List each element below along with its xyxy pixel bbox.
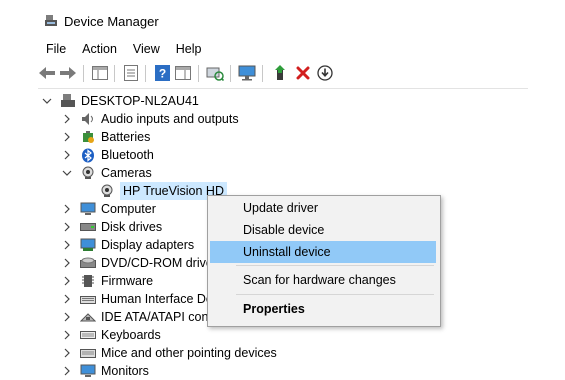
chevron-right-icon[interactable] — [62, 218, 72, 236]
tree-root[interactable]: DESKTOP-NL2AU41 — [42, 92, 199, 110]
menu-file[interactable]: File — [38, 41, 74, 57]
computer-icon — [80, 201, 96, 217]
tree-item-label: Bluetooth — [101, 148, 154, 162]
chevron-right-icon[interactable] — [62, 308, 72, 326]
toolbar-separator — [83, 65, 84, 82]
menu-bar: File Action View Help — [38, 41, 210, 57]
monitor-icon — [80, 363, 96, 379]
menu-uninstall-device[interactable]: Uninstall device — [210, 241, 436, 263]
chevron-right-icon[interactable] — [62, 290, 72, 308]
context-menu: Update driver Disable device Uninstall d… — [207, 195, 441, 327]
chevron-right-icon[interactable] — [62, 110, 72, 128]
toolbar-separator — [145, 65, 146, 82]
device-manager-icon — [44, 14, 58, 28]
enable-device-icon[interactable] — [272, 64, 290, 82]
keyboard-icon — [80, 327, 96, 343]
webcam-icon — [99, 183, 115, 199]
toolbar-separator — [198, 65, 199, 82]
chevron-right-icon[interactable] — [62, 200, 72, 218]
dvd-icon — [80, 255, 96, 271]
tree-item-label: Audio inputs and outputs — [101, 112, 239, 126]
toolbar: ? — [38, 64, 558, 84]
tree-item-label: Firmware — [101, 274, 154, 288]
tree-item-keyboards[interactable]: Keyboards — [62, 326, 161, 344]
tree-item-mice[interactable]: Mice and other pointing devices — [62, 344, 277, 362]
tree-item-firmware[interactable]: Firmware — [62, 272, 153, 290]
tree-item-audio[interactable]: Audio inputs and outputs — [62, 110, 239, 128]
window-title: Device Manager — [64, 14, 159, 29]
chevron-down-icon[interactable] — [42, 92, 52, 110]
ide-controller-icon — [80, 309, 96, 325]
chevron-right-icon[interactable] — [62, 236, 72, 254]
tree-item-label: Monitors — [101, 364, 149, 378]
list-icon[interactable] — [122, 64, 140, 82]
menu-separator — [236, 265, 434, 266]
chevron-right-icon[interactable] — [62, 326, 72, 344]
tree-item-label: Cameras — [101, 166, 152, 180]
chevron-down-icon[interactable] — [62, 164, 72, 182]
tree-root-label: DESKTOP-NL2AU41 — [81, 94, 199, 108]
mouse-icon — [80, 345, 96, 361]
chevron-right-icon[interactable] — [62, 272, 72, 290]
tree-item-computer[interactable]: Computer — [62, 200, 156, 218]
tree-item-cameras[interactable]: Cameras — [62, 164, 152, 182]
view-icon[interactable] — [174, 64, 192, 82]
disk-drive-icon — [80, 219, 96, 235]
svg-text:?: ? — [158, 67, 165, 81]
chevron-right-icon[interactable] — [62, 344, 72, 362]
tree-item-label: Batteries — [101, 130, 151, 144]
tree-item-label: Display adapters — [101, 238, 195, 252]
menu-scan-hardware[interactable]: Scan for hardware changes — [210, 269, 436, 291]
tree-item-disk-drives[interactable]: Disk drives — [62, 218, 162, 236]
forward-icon[interactable] — [59, 64, 77, 82]
bluetooth-icon — [80, 147, 96, 163]
back-icon[interactable] — [38, 64, 56, 82]
chevron-right-icon[interactable] — [62, 254, 72, 272]
toolbar-separator — [230, 65, 231, 82]
speaker-icon — [80, 111, 96, 127]
toolbar-separator — [114, 65, 115, 82]
toolbar-separator — [262, 65, 263, 82]
tree-item-label: Mice and other pointing devices — [101, 346, 277, 360]
properties-pane-icon[interactable] — [91, 64, 109, 82]
tree-item-label: DVD/CD-ROM drives — [101, 256, 220, 270]
chevron-right-icon[interactable] — [62, 362, 72, 380]
menu-view[interactable]: View — [125, 41, 168, 57]
tree-item-monitors[interactable]: Monitors — [62, 362, 149, 380]
hid-icon — [80, 291, 96, 307]
tree-item-dvd[interactable]: DVD/CD-ROM drives — [62, 254, 219, 272]
display-adapter-icon — [80, 237, 96, 253]
chevron-right-icon[interactable] — [62, 128, 72, 146]
help-icon[interactable]: ? — [153, 64, 171, 82]
menu-disable-device[interactable]: Disable device — [210, 219, 436, 241]
menu-separator — [236, 294, 434, 295]
camera-icon — [80, 165, 96, 181]
menu-properties[interactable]: Properties — [210, 298, 436, 320]
firmware-icon — [80, 273, 96, 289]
scan-icon[interactable] — [206, 64, 224, 82]
tree-item-display-adapters[interactable]: Display adapters — [62, 236, 194, 254]
menu-action[interactable]: Action — [74, 41, 125, 57]
tree-item-label: Computer — [101, 202, 156, 216]
computer-root-icon — [60, 93, 76, 109]
menu-update-driver[interactable]: Update driver — [210, 197, 436, 219]
chevron-right-icon[interactable] — [62, 146, 72, 164]
tree-item-bluetooth[interactable]: Bluetooth — [62, 146, 154, 164]
menu-help[interactable]: Help — [168, 41, 210, 57]
tree-item-batteries[interactable]: Batteries — [62, 128, 150, 146]
uninstall-icon[interactable] — [294, 64, 312, 82]
tree-item-label: Disk drives — [101, 220, 163, 234]
title-bar: Device Manager — [0, 0, 565, 40]
toolbar-divider — [38, 88, 528, 89]
battery-icon — [80, 129, 96, 145]
update-driver-icon[interactable] — [316, 64, 334, 82]
tree-item-label: Keyboards — [101, 328, 161, 342]
monitor-icon[interactable] — [238, 64, 256, 82]
